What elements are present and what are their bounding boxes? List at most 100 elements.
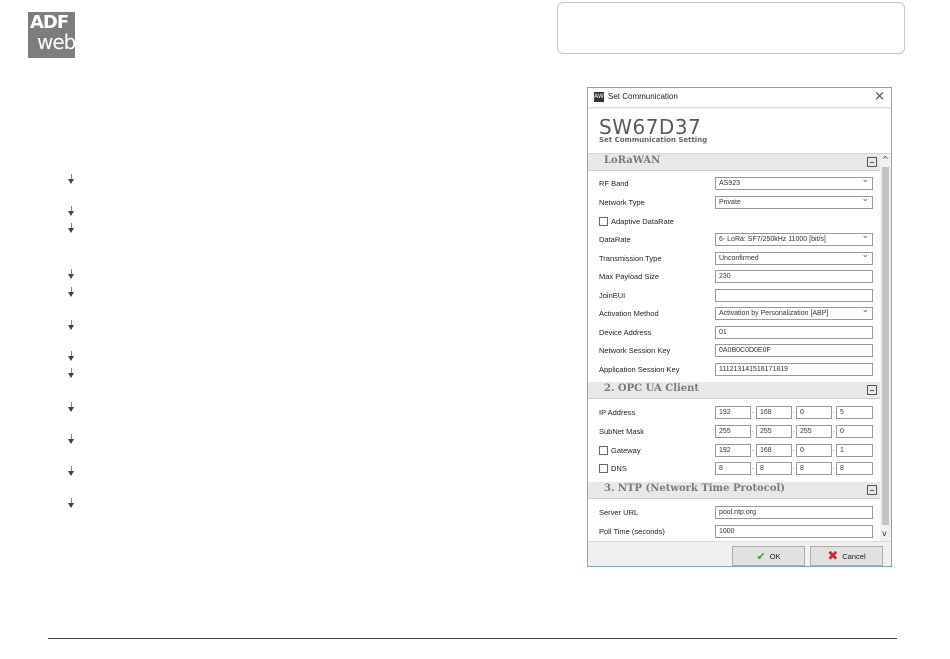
cancel-label: Cancel [842, 551, 866, 561]
poll-time-label: Poll Time (seconds) [599, 527, 665, 536]
set-communication-dialog: AW Set Communication × SW67D37 Set Commu… [587, 87, 892, 567]
gateway-octet-4[interactable]: 1 [836, 444, 873, 457]
dialog-header: SW67D37 Set Communication Setting [588, 109, 891, 154]
network-type-label: Network Type [599, 198, 645, 207]
ip-octet-4[interactable]: 5 [836, 406, 873, 419]
scrollbar-thumb[interactable] [882, 167, 889, 525]
ip-separator: . [833, 427, 835, 434]
dialog-titlebar[interactable]: AW Set Communication × [588, 88, 891, 108]
join-eui-input[interactable] [715, 289, 873, 302]
device-address-label: Device Address [599, 328, 652, 337]
cancel-button[interactable]: ✖ Cancel [810, 546, 883, 566]
section-title: 3. NTP (Network Time Protocol) [604, 483, 786, 494]
gateway-label: Gateway [611, 446, 641, 455]
datarate-select[interactable]: 6- LoRa: SF7/250kHz 11000 [bit/s] [715, 233, 873, 246]
network-session-key-label: Network Session Key [599, 346, 671, 355]
ip-separator: . [793, 427, 795, 434]
network-session-key-input[interactable]: 0A0B0C0D0E0F [715, 344, 873, 357]
checkmark-icon: ✔ [756, 549, 766, 563]
bullet-arrow-icon [66, 498, 78, 510]
close-icon[interactable]: × [874, 89, 885, 104]
ip-separator: . [833, 446, 835, 453]
server-url-label: Server URL [599, 508, 639, 517]
ip-separator: . [793, 408, 795, 415]
ip-separator: . [752, 427, 754, 434]
poll-time-input[interactable]: 1000 [715, 525, 873, 538]
activation-method-select[interactable]: Activation by Personalization [ABP] [715, 307, 873, 320]
adf-web-logo: ADF web [28, 12, 75, 58]
ip-octet-3[interactable]: 0 [796, 406, 832, 419]
ip-separator: . [752, 408, 754, 415]
ip-separator: . [793, 464, 795, 471]
dns-octet-4[interactable]: 8 [836, 462, 873, 475]
collapse-icon[interactable] [867, 385, 877, 395]
rf-band-label: RF Band [599, 179, 629, 188]
ip-separator: . [833, 408, 835, 415]
adaptive-datarate-label: Adaptive DataRate [611, 217, 674, 226]
ok-button[interactable]: ✔ OK [732, 546, 805, 566]
logo-line2: web [37, 30, 75, 54]
bullet-arrow-icon [66, 174, 78, 186]
section-ntp-header[interactable]: 3. NTP (Network Time Protocol) [588, 482, 880, 499]
dns-octet-3[interactable]: 8 [796, 462, 832, 475]
scroll-up-icon[interactable]: ^ [882, 155, 889, 164]
transmission-type-label: Transmission Type [599, 254, 662, 263]
gateway-octet-2[interactable]: 168 [756, 444, 792, 457]
ip-separator: . [793, 446, 795, 453]
dialog-footer: ✔ OK ✖ Cancel [588, 541, 891, 566]
dns-octet-1[interactable]: 8 [715, 462, 751, 475]
max-payload-size-label: Max Payload Size [599, 272, 660, 281]
vertical-scrollbar[interactable]: ^ v [880, 154, 891, 541]
collapse-icon[interactable] [867, 157, 877, 167]
red-x-icon: ✖ [827, 548, 839, 564]
bullet-arrow-icon [66, 434, 78, 446]
network-type-select[interactable]: Private [715, 196, 873, 209]
subnet-octet-1[interactable]: 255 [715, 425, 751, 438]
collapse-icon[interactable] [867, 485, 877, 495]
dns-octet-2[interactable]: 8 [756, 462, 792, 475]
adaptive-datarate-checkbox[interactable] [599, 217, 608, 226]
dialog-title: Set Communication [608, 92, 678, 101]
dns-checkbox[interactable] [599, 464, 608, 473]
bullet-arrow-icon [66, 223, 78, 235]
gateway-octet-1[interactable]: 192 [715, 444, 751, 457]
device-address-input[interactable]: 01 [715, 326, 873, 339]
application-session-key-label: Application Session Key [599, 365, 680, 374]
gateway-octet-3[interactable]: 0 [796, 444, 832, 457]
footer-divider [48, 638, 897, 639]
ip-octet-2[interactable]: 168 [756, 406, 792, 419]
app-icon: AW [594, 92, 604, 102]
header-box [557, 2, 905, 54]
application-session-key-input[interactable]: 111213141516171819 [715, 363, 873, 376]
join-eui-label: JoinEUI [599, 291, 626, 300]
gateway-checkbox[interactable] [599, 446, 608, 455]
ip-separator: . [752, 446, 754, 453]
datarate-label: DataRate [599, 235, 631, 244]
subnet-mask-label: SubNet Mask [599, 427, 645, 436]
ip-separator: . [833, 464, 835, 471]
section-lorawan-header[interactable]: LoRaWAN [588, 154, 880, 171]
subnet-octet-4[interactable]: 0 [836, 425, 873, 438]
section-title: LoRaWAN [604, 155, 661, 166]
transmission-type-select[interactable]: Unconfirmed [715, 252, 873, 265]
settings-scroll-area: LoRaWAN RF Band AS923 Network Type Priva… [588, 154, 891, 541]
bullet-arrow-icon [66, 206, 78, 218]
bullet-arrow-icon [66, 466, 78, 478]
section-opcua-header[interactable]: 2. OPC UA Client [588, 382, 880, 399]
rf-band-select[interactable]: AS923 [715, 177, 873, 190]
max-payload-size-input[interactable]: 230 [715, 270, 873, 283]
bullet-arrow-icon [66, 320, 78, 332]
dns-label: DNS [611, 464, 627, 473]
subnet-octet-2[interactable]: 255 [756, 425, 792, 438]
ip-separator: . [752, 464, 754, 471]
header-subtitle: Set Communication Setting [599, 136, 708, 144]
bullet-arrow-icon [66, 269, 78, 281]
bullet-arrow-icon [66, 351, 78, 363]
scroll-down-icon[interactable]: v [882, 529, 887, 538]
activation-method-label: Activation Method [599, 309, 659, 318]
subnet-octet-3[interactable]: 255 [796, 425, 832, 438]
server-url-input[interactable]: pool.ntp.org [715, 506, 873, 519]
bullet-arrow-icon [66, 287, 78, 299]
bullet-arrow-icon [66, 368, 78, 380]
ip-octet-1[interactable]: 192 [715, 406, 751, 419]
